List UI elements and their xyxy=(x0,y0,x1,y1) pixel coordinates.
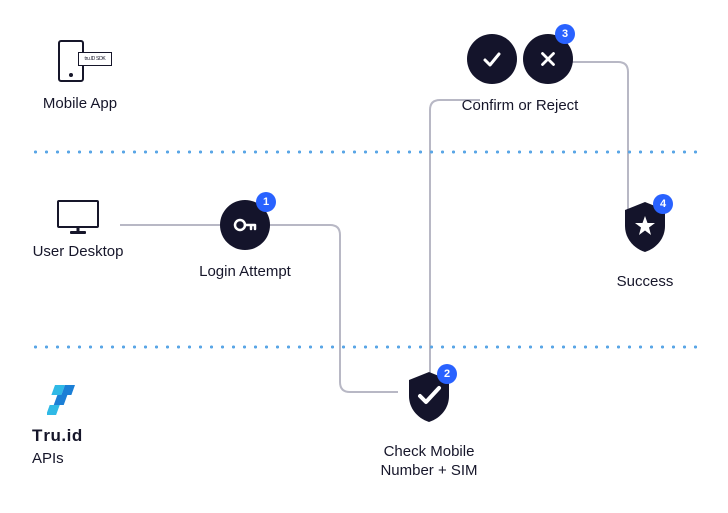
sdk-card: tru.ID SDK xyxy=(78,52,112,66)
truid-logo-icon xyxy=(47,385,107,421)
step-badge-4: 4 xyxy=(653,194,673,214)
mobile-app-node: tru.ID SDK Mobile App xyxy=(30,40,130,114)
apis-label: APIs xyxy=(32,449,122,469)
login-attempt-node: 1 Login Attempt xyxy=(180,200,310,282)
phone-icon: tru.ID SDK xyxy=(50,40,110,88)
check-mobile-label-1: Check Mobile xyxy=(354,442,504,462)
reject-icon: 3 xyxy=(523,34,573,84)
login-attempt-label: Login Attempt xyxy=(180,262,310,282)
confirm-reject-node: 3 Confirm or Reject xyxy=(440,34,600,116)
confirm-reject-label: Confirm or Reject xyxy=(440,96,600,116)
user-desktop-label: User Desktop xyxy=(18,242,138,262)
desktop-icon xyxy=(57,200,99,228)
step-badge-1: 1 xyxy=(256,192,276,212)
truid-brand-text: Tru.id xyxy=(32,425,122,447)
step-badge-3: 3 xyxy=(555,24,575,44)
lane-divider-2 xyxy=(30,345,698,349)
success-label: Success xyxy=(600,272,690,292)
user-desktop-node: User Desktop xyxy=(18,200,138,262)
check-mobile-label-2: Number + SIM xyxy=(354,461,504,481)
truid-apis-node: Tru.id APIs xyxy=(32,385,122,469)
success-node: 4 Success xyxy=(600,200,690,291)
step-badge-2: 2 xyxy=(437,364,457,384)
mobile-app-label: Mobile App xyxy=(30,94,130,114)
lane-divider-1 xyxy=(30,150,698,154)
check-mobile-node: 2 Check Mobile Number + SIM xyxy=(354,370,504,481)
key-icon: 1 xyxy=(220,200,270,250)
confirm-icon xyxy=(467,34,517,84)
